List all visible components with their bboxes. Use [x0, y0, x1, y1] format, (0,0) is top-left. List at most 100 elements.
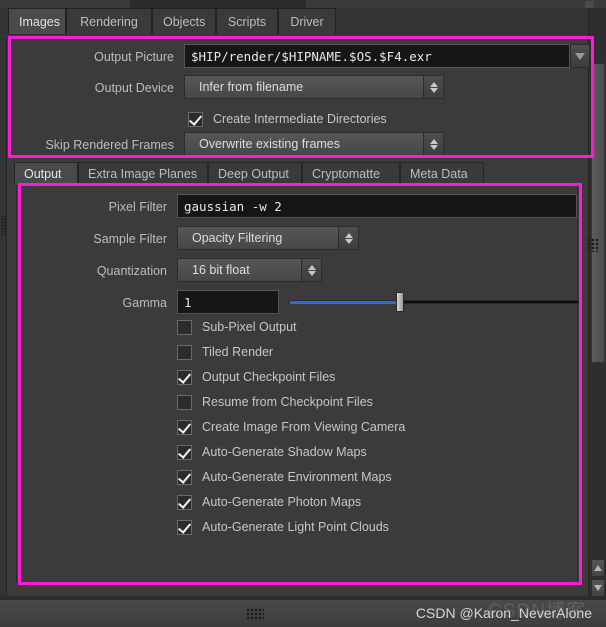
vertical-scrollbar[interactable] — [588, 8, 606, 599]
checkbox-box[interactable] — [188, 111, 203, 127]
status-bar-grip-icon[interactable] — [246, 608, 264, 620]
checkbox-label: Auto-Generate Environment Maps — [202, 470, 392, 484]
checkbox-box[interactable] — [177, 344, 192, 360]
arrow-up-icon — [429, 81, 438, 87]
tab-rendering[interactable]: Rendering — [66, 8, 152, 34]
output-device-dropdown[interactable]: Infer from filename — [184, 75, 444, 99]
checkbox-label: Output Checkpoint Files — [202, 370, 336, 384]
tab-cryptomatte[interactable]: Cryptomatte — [302, 162, 400, 186]
top-sliver — [0, 0, 606, 8]
checkbox-auto-generate-environment-maps[interactable]: Auto-Generate Environment Maps — [177, 466, 392, 488]
gamma-label: Gamma — [122, 296, 167, 310]
updown-arrows-icon[interactable] — [423, 76, 443, 98]
quantization-dropdown[interactable]: 16 bit float — [177, 258, 322, 282]
skip-rendered-frames-label: Skip Rendered Frames — [45, 138, 174, 152]
checkbox-auto-generate-shadow-maps[interactable]: Auto-Generate Shadow Maps — [177, 441, 367, 463]
arrow-down-icon — [429, 144, 438, 150]
gamma-slider-fill — [290, 301, 398, 304]
left-splitter-grip-icon[interactable] — [1, 215, 6, 237]
scroll-down-button[interactable] — [591, 579, 605, 597]
arrow-up-icon — [344, 232, 353, 238]
left-splitter[interactable] — [0, 36, 7, 596]
scroll-down-icon — [594, 585, 602, 591]
sample-filter-label: Sample Filter — [93, 232, 167, 246]
updown-arrows-icon[interactable] — [338, 227, 358, 249]
checkbox-auto-generate-light-point-clouds[interactable]: Auto-Generate Light Point Clouds — [177, 516, 389, 538]
watermark-ghost: CSDN博客 — [488, 601, 586, 622]
checkbox-auto-generate-photon-maps[interactable]: Auto-Generate Photon Maps — [177, 491, 361, 513]
checkbox-label: Create Image From Viewing Camera — [202, 420, 406, 434]
tab-extra-image-planes[interactable]: Extra Image Planes — [78, 162, 208, 186]
tab-meta-data[interactable]: Meta Data — [400, 162, 484, 186]
gamma-slider-handle[interactable] — [396, 292, 405, 312]
row-gamma: Gamma 1 — [17, 290, 579, 316]
pixel-filter-label: Pixel Filter — [108, 200, 167, 214]
arrow-down-icon — [429, 87, 438, 93]
tab-images[interactable]: Images — [8, 8, 66, 34]
checkbox-box[interactable] — [177, 319, 192, 335]
tab-objects[interactable]: Objects — [152, 8, 216, 34]
checkbox-box[interactable] — [177, 394, 192, 410]
checkbox-label: Auto-Generate Photon Maps — [202, 495, 362, 509]
gamma-input[interactable]: 1 — [177, 290, 279, 314]
outer-tab-bar: Images Rendering Objects Scripts Driver — [0, 8, 606, 35]
row-output-picture: Output Picture $HIP/render/$HIPNAME.$OS.… — [8, 44, 570, 70]
output-settings-group: Output Picture $HIP/render/$HIPNAME.$OS.… — [8, 36, 594, 158]
top-sliver-chip — [130, 0, 306, 8]
checkbox-label: Sub-Pixel Output — [202, 320, 297, 334]
checkbox-label: Create Intermediate Directories — [213, 112, 387, 126]
row-pixel-filter: Pixel Filter gaussian -w 2 — [17, 194, 577, 220]
arrow-up-icon — [429, 138, 438, 144]
quantization-label: Quantization — [96, 264, 167, 278]
inner-tab-bar: Output Extra Image Planes Deep Output Cr… — [14, 162, 594, 186]
pixel-filter-input[interactable]: gaussian -w 2 — [177, 194, 577, 218]
checkbox-sub-pixel-output[interactable]: Sub-Pixel Output — [177, 316, 297, 338]
output-device-label: Output Device — [94, 81, 174, 95]
arrow-down-icon — [307, 270, 316, 276]
top-sliver-right-chip — [585, 1, 594, 8]
checkbox-label: Resume from Checkpoint Files — [202, 395, 373, 409]
checkbox-label: Auto-Generate Shadow Maps — [202, 445, 367, 459]
row-quantization: Quantization 16 bit float — [17, 258, 577, 284]
output-picture-input[interactable]: $HIP/render/$HIPNAME.$OS.$F4.exr — [184, 44, 570, 68]
row-output-device: Output Device Infer from filename — [8, 75, 568, 101]
right-splitter-grip-icon[interactable] — [587, 238, 599, 252]
skip-rendered-frames-value: Overwrite existing frames — [199, 137, 341, 151]
quantization-value: 16 bit float — [192, 263, 250, 277]
checkbox-create-intermediate-directories[interactable]: Create Intermediate Directories — [188, 108, 387, 130]
checkbox-box[interactable] — [177, 494, 192, 510]
skip-rendered-frames-dropdown[interactable]: Overwrite existing frames — [184, 132, 444, 156]
gamma-slider[interactable] — [289, 290, 579, 314]
checkbox-box[interactable] — [177, 419, 192, 435]
tab-driver[interactable]: Driver — [278, 8, 336, 34]
checkbox-box[interactable] — [177, 369, 192, 385]
updown-arrows-icon[interactable] — [423, 133, 443, 155]
houdini-render-properties-window: Images Rendering Objects Scripts Driver … — [0, 0, 606, 627]
arrow-down-icon — [344, 238, 353, 244]
sample-filter-value: Opacity Filtering — [192, 231, 283, 245]
output-picture-menu-button[interactable] — [570, 44, 590, 68]
checkbox-resume-from-checkpoint-files[interactable]: Resume from Checkpoint Files — [177, 391, 373, 413]
updown-arrows-icon[interactable] — [301, 259, 321, 281]
scroll-up-icon — [594, 565, 602, 571]
output-picture-label: Output Picture — [94, 50, 174, 64]
output-tab-panel: Pixel Filter gaussian -w 2 Sample Filter… — [16, 185, 579, 583]
checkbox-output-checkpoint-files[interactable]: Output Checkpoint Files — [177, 366, 335, 388]
row-skip-rendered-frames: Skip Rendered Frames Overwrite existing … — [8, 132, 568, 158]
checkbox-tiled-render[interactable]: Tiled Render — [177, 341, 273, 363]
checkbox-box[interactable] — [177, 444, 192, 460]
arrow-up-icon — [307, 264, 316, 270]
checkbox-label: Auto-Generate Light Point Clouds — [202, 520, 389, 534]
chevron-down-icon — [575, 52, 585, 60]
sample-filter-dropdown[interactable]: Opacity Filtering — [177, 226, 359, 250]
checkbox-create-image-from-viewing-camera[interactable]: Create Image From Viewing Camera — [177, 416, 405, 438]
checkbox-box[interactable] — [177, 519, 192, 535]
tab-scripts[interactable]: Scripts — [216, 8, 278, 34]
checkbox-box[interactable] — [177, 469, 192, 485]
scrollbar-thumb[interactable] — [591, 63, 605, 363]
tab-output[interactable]: Output — [14, 162, 78, 186]
scroll-up-button[interactable] — [591, 559, 605, 577]
checkbox-label: Tiled Render — [202, 345, 274, 359]
tab-deep-output[interactable]: Deep Output — [208, 162, 302, 186]
output-device-value: Infer from filename — [199, 80, 304, 94]
